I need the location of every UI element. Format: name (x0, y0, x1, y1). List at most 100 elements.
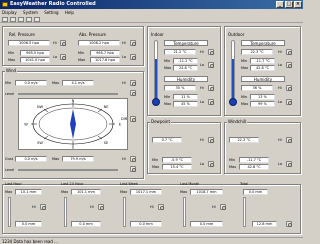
dewpoint-min: -5.9 °C (162, 157, 192, 163)
abs-pressure-value: 1006.2 hpa (78, 40, 120, 46)
rain-last-week-label: Last Week (120, 182, 138, 186)
rel-max-value: 1041.0 hpa (20, 57, 50, 63)
rel-lo-label: Lo (53, 55, 58, 59)
rain-last24-hi-button[interactable] (98, 204, 104, 210)
wind-dir-button[interactable] (130, 116, 136, 122)
rain-last-hour-hi-button[interactable] (40, 204, 46, 210)
indoor-hum-min-label: Min (164, 95, 171, 99)
indoor-label: Indoor (150, 32, 165, 37)
windchill-hi-button[interactable] (286, 137, 292, 143)
menu-setting[interactable]: Setting (44, 10, 58, 15)
dewpoint-lo-button[interactable] (208, 161, 214, 167)
wind-hi-alarm-button[interactable] (130, 80, 136, 86)
rel-lo-alarm-button[interactable] (60, 54, 66, 60)
rain-total-label: Total (240, 182, 249, 186)
windchill-lo-label: Lo (278, 162, 283, 166)
rain-last-week-max-label: Max (120, 190, 128, 194)
compass-needle (70, 109, 76, 139)
rain-last24-max: 101.1 mm (71, 189, 101, 195)
abs-min-label: Min (78, 51, 85, 55)
rain-last-month-max-label: Max (180, 190, 188, 194)
wind-level-track (18, 93, 118, 95)
abs-max-value: 1017.6 hpa (90, 57, 120, 63)
outdoor-thermo-bulb (229, 98, 237, 106)
windchill-label: Windchill (227, 119, 248, 124)
app-icon (2, 2, 8, 7)
wind-max-value: 4.1 m/s (62, 80, 94, 86)
rain-total-max: 12.8 mm (252, 221, 277, 227)
rain-last24-bar (64, 197, 67, 227)
indoor-max-label: Max (164, 66, 172, 70)
indoor-humidity-header: Humidity (164, 76, 208, 82)
indoor-temp-hi-button[interactable] (208, 49, 214, 55)
menu-display[interactable]: Display (2, 10, 17, 15)
dewpoint-max-label: Max (152, 165, 160, 169)
gust-max-label: Max (52, 157, 60, 161)
rain-last24-hi-label: Hi (90, 205, 94, 209)
dewpoint-hi-label: Hi (200, 138, 204, 142)
dewpoint-value: 0.7 °C (152, 137, 182, 143)
wind-level-button[interactable] (130, 90, 136, 96)
windchill-value: 22.3 °C (229, 137, 259, 143)
toolbar-setting-icon[interactable] (26, 17, 32, 22)
minimize-button[interactable]: _ (276, 1, 284, 8)
dewpoint-hi-button[interactable] (208, 137, 214, 143)
indoor-thermometer (154, 40, 158, 100)
windchill-hi-label: Hi (278, 138, 282, 142)
menu-system[interactable]: System (23, 10, 38, 15)
outdoor-temp-lo-button[interactable] (286, 62, 292, 68)
abs-min-value: 965.7 hpa (90, 50, 120, 56)
rain-last-month-hi-button[interactable] (220, 204, 226, 210)
dewpoint-lo-label: Lo (200, 162, 205, 166)
status-bar: 1234 Data has been read ... (0, 237, 303, 244)
indoor-temp-max: 24.8 °C (173, 65, 198, 71)
wind-level-label: Level (5, 92, 15, 96)
indoor-temp-value: 21.2 °C (164, 49, 196, 55)
gust-level-button[interactable] (130, 166, 136, 172)
outdoor-hum-hi-button[interactable] (286, 85, 292, 91)
rain-last-month-max: 1018.7 mm (190, 189, 223, 195)
dewpoint-min-label: Min (152, 158, 159, 162)
dewpoint-max: 15.4 °C (162, 164, 192, 170)
toolbar-history-icon[interactable] (18, 17, 24, 22)
dewpoint-label: Dewpoint (150, 119, 172, 124)
rain-total-value: 0.0 mm (243, 189, 268, 195)
toolbar-help-icon[interactable] (34, 17, 40, 22)
wind-max-label: Max (52, 81, 60, 85)
indoor-hum-hi-button[interactable] (208, 85, 214, 91)
rain-last-hour-hi-label: Hi (32, 205, 36, 209)
rain-last-hour-max-label: Max (5, 190, 13, 194)
outdoor-hum-lo-button[interactable] (286, 99, 292, 105)
rain-last-week-min: 0.0 mm (130, 221, 162, 227)
toolbar-graph-icon[interactable] (10, 17, 16, 22)
rain-last24-label: Last 24 Hour (61, 182, 84, 186)
toolbar-display-icon[interactable] (2, 17, 8, 22)
rel-hi-alarm-button[interactable] (60, 40, 66, 46)
rain-total-reset-button[interactable] (286, 221, 292, 227)
rain-last-week-bar (123, 197, 126, 227)
outdoor-temp-hi-button[interactable] (286, 49, 292, 55)
windchill-lo-button[interactable] (286, 161, 292, 167)
outdoor-hum-lo-label: Lo (278, 100, 283, 104)
indoor-temp-header: Temperature (164, 40, 208, 46)
rain-last-month-label: Last Month (180, 182, 200, 186)
indoor-hum-max: 45 % (173, 101, 198, 107)
abs-lo-alarm-button[interactable] (130, 54, 136, 60)
outdoor-temp-value: 22.3 °C (241, 49, 273, 55)
window-title: EasyWeather Radio Controlled (10, 1, 96, 7)
rain-last-week-hi-button[interactable] (158, 204, 164, 210)
menu-help[interactable]: Help (65, 10, 74, 15)
indoor-temp-lo-button[interactable] (208, 62, 214, 68)
indoor-hum-lo-button[interactable] (208, 99, 214, 105)
abs-hi-alarm-button[interactable] (130, 40, 136, 46)
abs-pressure-label: Abs. Pressure (78, 32, 107, 37)
rain-last-hour-max: 10.1 mm (15, 189, 42, 195)
outdoor-max-label: Max (241, 66, 249, 70)
close-button[interactable]: × (294, 1, 302, 8)
maximize-button[interactable]: □ (285, 1, 293, 8)
compass-ne: NE (104, 105, 109, 109)
abs-lo-label: Lo (122, 55, 127, 59)
outdoor-temp-hi-label: Hi (278, 50, 282, 54)
abs-max-label: Max (78, 58, 86, 62)
gust-hi-alarm-button[interactable] (130, 156, 136, 162)
